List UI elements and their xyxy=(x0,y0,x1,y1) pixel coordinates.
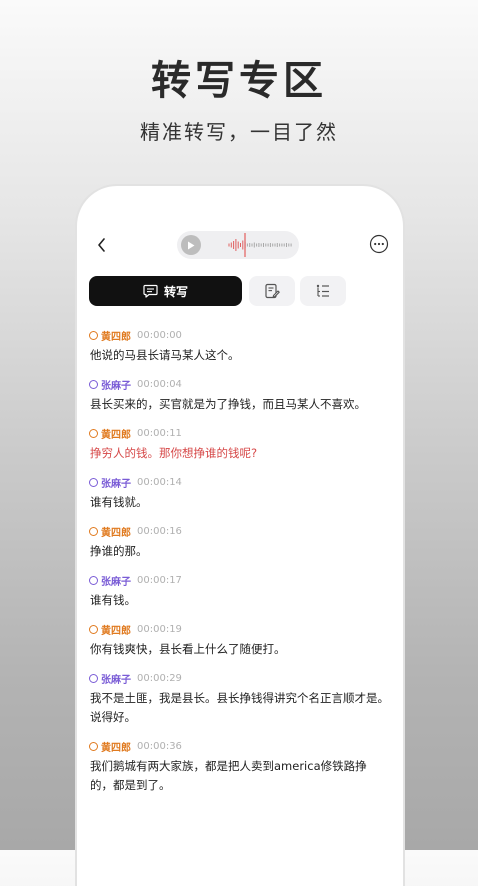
speaker-dot-icon xyxy=(89,477,98,487)
play-icon xyxy=(188,241,195,249)
utterance-text: 我不是土匪，我是县长。县长挣钱得讲究个名正言顺才是。说得好。 xyxy=(90,691,389,724)
speaker-dot-icon xyxy=(89,575,98,585)
transcript-entry[interactable]: 黄四郎 00:00:16 挣谁的那。 xyxy=(89,524,389,561)
transcript-entry[interactable]: 张麻子 00:00:29 我不是土匪，我是县长。县长挣钱得讲究个名正言顺才是。说得好… xyxy=(89,671,389,727)
chevron-left-icon xyxy=(98,238,105,252)
speaker-name: 张麻子 xyxy=(101,380,131,392)
timestamp: 00:00:17 xyxy=(137,574,182,586)
entry-meta: 黄四郎 00:00:00 xyxy=(89,328,389,343)
speaker-dot-icon xyxy=(89,330,98,340)
utterance-text: 县长买来的，买官就是为了挣钱，而且马某人不喜欢。 xyxy=(90,397,366,411)
entry-meta: 黄四郎 00:00:11 xyxy=(89,426,389,441)
utterance-text: 谁有钱就。 xyxy=(90,495,148,509)
back-button[interactable] xyxy=(91,234,113,256)
tab-outline[interactable] xyxy=(300,276,346,306)
view-tabs: 转写 xyxy=(89,276,389,306)
more-horizontal-icon xyxy=(369,234,389,254)
speaker-name: 黄四郎 xyxy=(101,527,131,539)
entry-meta: 张麻子 00:00:14 xyxy=(89,475,389,490)
timestamp: 00:00:16 xyxy=(137,525,182,537)
entry-meta: 张麻子 00:00:17 xyxy=(89,573,389,588)
speaker-name: 张麻子 xyxy=(101,674,131,686)
entry-meta: 黄四郎 00:00:19 xyxy=(89,622,389,637)
entry-meta: 黄四郎 00:00:36 xyxy=(89,739,389,754)
speaker-dot-icon xyxy=(89,526,98,536)
timestamp: 00:00:29 xyxy=(137,672,182,684)
transcript-entry[interactable]: 黄四郎 00:00:11 挣穷人的钱。那你想挣谁的钱呢? xyxy=(89,426,389,463)
timestamp: 00:00:11 xyxy=(137,427,182,439)
list-outline-icon xyxy=(316,284,329,297)
transcript-entry[interactable]: 黄四郎 00:00:00 他说的马县长请马某人这个。 xyxy=(89,328,389,365)
utterance-text: 挣穷人的钱。那你想挣谁的钱呢? xyxy=(90,446,258,460)
utterance-text: 我们鹅城有两大家族，都是把人卖到america修铁路挣的，都是到了。 xyxy=(90,759,367,792)
speaker-dot-icon xyxy=(89,673,98,683)
more-button[interactable] xyxy=(369,234,389,254)
entry-meta: 张麻子 00:00:04 xyxy=(89,377,389,392)
transcript-entry[interactable]: 黄四郎 00:00:36 我们鹅城有两大家族，都是把人卖到america修铁路挣的，… xyxy=(89,739,389,795)
entry-meta: 张麻子 00:00:29 xyxy=(89,671,389,686)
timestamp: 00:00:00 xyxy=(137,329,182,341)
tab-transcript[interactable]: 转写 xyxy=(89,276,242,306)
utterance-text: 他说的马县长请马某人这个。 xyxy=(90,348,240,362)
chat-bubble-icon xyxy=(143,284,158,298)
utterance-text: 挣谁的那。 xyxy=(90,544,148,558)
play-button[interactable] xyxy=(181,235,201,255)
utterance-text: 你有钱爽快，县长看上什么了随便打。 xyxy=(90,642,286,656)
waveform[interactable] xyxy=(227,233,293,257)
tab-transcript-label: 转写 xyxy=(163,284,188,299)
speaker-dot-icon xyxy=(89,428,98,438)
utterance-text: 谁有钱。 xyxy=(90,593,136,607)
speaker-name: 黄四郎 xyxy=(101,625,131,637)
transcript-list: 黄四郎 00:00:00 他说的马县长请马某人这个。张麻子 00:00:04 县长买来的… xyxy=(89,328,389,807)
edit-note-icon xyxy=(265,283,280,299)
speaker-name: 黄四郎 xyxy=(101,742,131,754)
speaker-name: 黄四郎 xyxy=(101,429,131,441)
timestamp: 00:00:14 xyxy=(137,476,182,488)
transcript-entry[interactable]: 张麻子 00:00:04 县长买来的，买官就是为了挣钱，而且马某人不喜欢。 xyxy=(89,377,389,414)
speaker-name: 黄四郎 xyxy=(101,331,131,343)
audio-player xyxy=(177,231,299,259)
tab-notes[interactable] xyxy=(249,276,295,306)
hero-title: 转写专区 xyxy=(151,57,327,104)
top-bar xyxy=(77,230,403,262)
speaker-dot-icon xyxy=(89,741,98,751)
speaker-name: 张麻子 xyxy=(101,478,131,490)
speaker-name: 张麻子 xyxy=(101,576,131,588)
speaker-dot-icon xyxy=(89,379,98,389)
phone-screen: 转写 黄四郎 00:00:00 他说的马县长请马某人这个。张麻子 00:00:04 县长… xyxy=(77,186,403,886)
transcript-entry[interactable]: 张麻子 00:00:14 谁有钱就。 xyxy=(89,475,389,512)
transcript-entry[interactable]: 张麻子 00:00:17 谁有钱。 xyxy=(89,573,389,610)
entry-meta: 黄四郎 00:00:16 xyxy=(89,524,389,539)
timestamp: 00:00:19 xyxy=(137,623,182,635)
timestamp: 00:00:04 xyxy=(137,378,182,390)
speaker-dot-icon xyxy=(89,624,98,634)
transcript-entry[interactable]: 黄四郎 00:00:19 你有钱爽快，县长看上什么了随便打。 xyxy=(89,622,389,659)
timestamp: 00:00:36 xyxy=(137,740,182,752)
hero-subtitle: 精准转写，一目了然 xyxy=(140,120,338,144)
